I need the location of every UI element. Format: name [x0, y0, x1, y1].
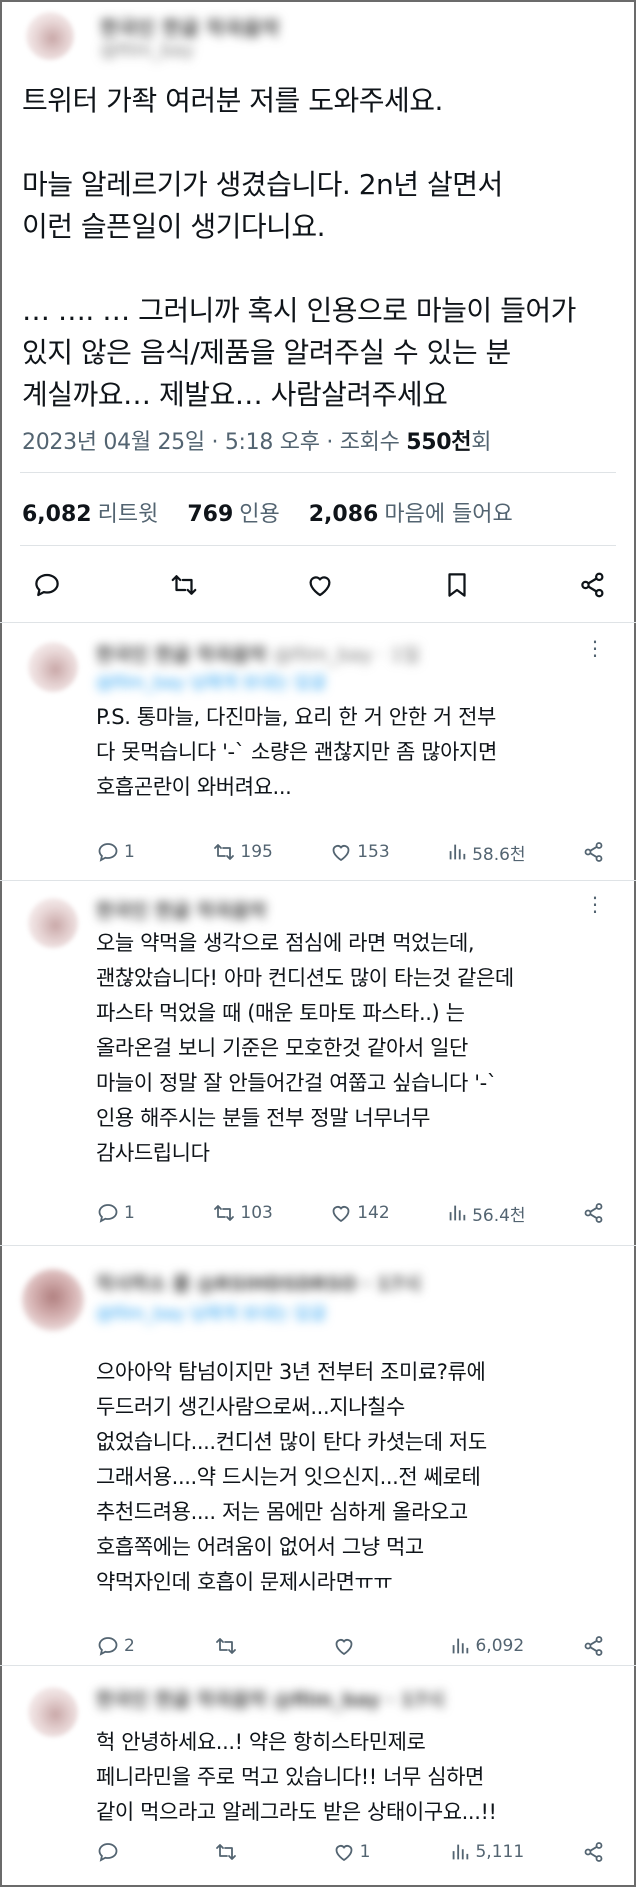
tweet-views: 550천: [406, 430, 472, 455]
like-count-button[interactable]: 142: [329, 1201, 390, 1225]
views-count[interactable]: 56.4천: [446, 1201, 526, 1226]
tweet-meta: 2023년 04월 25일 · 5:18 오후 · 조회수 550천회: [22, 424, 491, 456]
reply-count-button[interactable]: 2: [96, 1634, 156, 1658]
reply-to[interactable]: @film_bay 님에게 보내는 답글: [96, 668, 326, 693]
retweet-count-button[interactable]: 103: [212, 1201, 273, 1225]
like-count-button[interactable]: 153: [329, 840, 390, 864]
like-count-button[interactable]: [332, 1634, 392, 1658]
tweet-views-suffix: 회: [471, 430, 492, 455]
reply-author[interactable]: 작사하소 쿨 @RSIHDSDRSO · 17시: [96, 1269, 421, 1295]
reply-actions: 1 103 142 56.4천: [96, 1198, 606, 1228]
author-avatar[interactable]: [26, 12, 74, 60]
retweet-count-button[interactable]: 195: [212, 840, 273, 864]
reply-avatar[interactable]: [22, 1269, 84, 1331]
more-icon[interactable]: ⋮: [585, 636, 606, 660]
reply-count-button[interactable]: 1: [96, 1201, 156, 1225]
author-handle[interactable]: @film_bay: [100, 40, 194, 61]
reply-avatar[interactable]: [28, 642, 78, 692]
views-count[interactable]: 5,111: [449, 1841, 524, 1863]
reply-actions: 2 6,092: [96, 1631, 606, 1661]
views-count[interactable]: 58.6천: [446, 840, 526, 865]
share-icon[interactable]: [576, 568, 610, 602]
reply-author[interactable]: 한국인 한글 작곡음악 @film_bay · 1일: [96, 640, 420, 666]
retweet-count-button[interactable]: [214, 1634, 274, 1658]
tweet-stats: 6,082 리트윗 769 인용 2,086 마음에 들어요: [22, 496, 513, 528]
reply-author[interactable]: 한국인 한글 작곡음악 @film_bay · 17시: [96, 1685, 445, 1711]
reply-text: P.S. 통마늘, 다진마늘, 요리 한 거 안한 거 전부 다 못먹습니다 '…: [96, 705, 497, 799]
reply-count-button[interactable]: 1: [96, 840, 156, 864]
reply-avatar[interactable]: [28, 1687, 78, 1737]
bookmark-icon[interactable]: [440, 568, 474, 602]
views-count[interactable]: 6,092: [449, 1635, 524, 1657]
reply-avatar[interactable]: [28, 898, 78, 948]
author-name[interactable]: 한국인 한글 작곡음악: [100, 12, 280, 41]
like-count-button[interactable]: 1: [332, 1840, 392, 1864]
reply-item[interactable]: 한국인 한글 작곡음악 @film_bay · 17시 헉 안녕하세요...! …: [0, 1665, 636, 1887]
share-icon[interactable]: [582, 1634, 606, 1658]
reply-actions: 1 5,111: [96, 1837, 606, 1867]
reply-author[interactable]: 한국인 한글 작곡음악: [96, 896, 267, 922]
reply-to[interactable]: @film_bay 님에게 보내는 답글: [96, 1299, 326, 1324]
tweet-text: 트위터 가좍 여러분 저를 도와주세요. 마늘 알레르기가 생겼습니다. 2n년…: [22, 84, 576, 411]
share-icon[interactable]: [582, 1201, 606, 1225]
reply-text: 오늘 약먹을 생각으로 점심에 라면 먹었는데, 괜찮았습니다! 아마 컨디션도…: [96, 931, 514, 1165]
reply-text: 헉 안녕하세요...! 약은 항히스타민제로 페니라민을 주로 먹고 있습니다!…: [96, 1730, 497, 1824]
reply-count-button[interactable]: [96, 1840, 156, 1864]
quotes-stat[interactable]: 769 인용: [187, 502, 279, 527]
retweets-stat[interactable]: 6,082 리트윗: [22, 502, 158, 527]
reply-text: 으아아악 탐넘이지만 3년 전부터 조미료?류에 두드러기 생긴사람으로써...…: [96, 1360, 487, 1594]
tweet-date[interactable]: 2023년 04월 25일 · 5:18 오후 · 조회수: [22, 430, 406, 455]
reply-icon[interactable]: [30, 568, 64, 602]
reply-item[interactable]: 한국인 한글 작곡음악 ⋮ 오늘 약먹을 생각으로 점심에 라면 먹었는데, 괜…: [0, 880, 636, 1245]
likes-stat[interactable]: 2,086 마음에 들어요: [309, 502, 513, 527]
retweet-count-button[interactable]: [214, 1840, 274, 1864]
tweet-action-bar: [30, 565, 610, 605]
reply-item[interactable]: 한국인 한글 작곡음악 @film_bay · 1일 @film_bay 님에게…: [0, 622, 636, 882]
reply-actions: 1 195 153 58.6천: [96, 837, 606, 867]
more-icon[interactable]: ⋮: [585, 892, 606, 916]
heart-icon[interactable]: [303, 568, 337, 602]
share-icon[interactable]: [582, 1840, 606, 1864]
share-icon[interactable]: [582, 840, 606, 864]
divider: [20, 472, 616, 473]
divider: [20, 545, 616, 546]
retweet-icon[interactable]: [167, 568, 201, 602]
reply-item[interactable]: 작사하소 쿨 @RSIHDSDRSO · 17시 @film_bay 님에게 보…: [0, 1245, 636, 1665]
